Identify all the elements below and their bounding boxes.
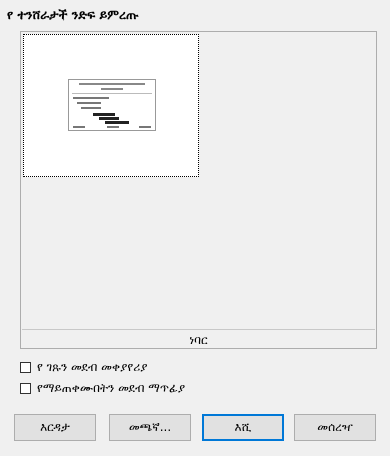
- ok-button[interactable]: እሺ: [202, 414, 284, 441]
- change-background-option[interactable]: የ ገጹን መደብ መቀያየሪያ: [20, 360, 147, 375]
- delete-unused-option[interactable]: የማይጠቀሙበትን መደብ ማጥፊያ: [20, 381, 185, 396]
- dialog-title: የ ተንሸራታች ንድፍ ይምረጡ: [7, 7, 139, 22]
- delete-unused-label: የማይጠቀሙበትን መደብ ማጥፊያ: [37, 381, 186, 395]
- cancel-button[interactable]: መሰረዣ: [294, 414, 376, 441]
- mini-text-line: [73, 97, 109, 99]
- mini-footer-line: [73, 126, 85, 128]
- mini-text-line: [81, 107, 101, 109]
- mini-text-line: [77, 102, 101, 104]
- design-list-panel[interactable]: ነባር: [20, 31, 377, 349]
- mini-footer-line: [139, 126, 151, 128]
- mini-text-block: [105, 121, 129, 124]
- change-background-checkbox[interactable]: [20, 362, 31, 373]
- design-caption: ነባር: [189, 333, 208, 347]
- browse-button[interactable]: መጫኛ...: [109, 414, 191, 441]
- mini-title-bar: [79, 83, 145, 85]
- design-thumbnail-default[interactable]: [23, 34, 199, 177]
- panel-divider: [22, 329, 375, 330]
- mini-divider: [72, 93, 152, 94]
- change-background-label: የ ገጹን መደብ መቀያየሪያ: [37, 360, 148, 374]
- mini-footer-line: [107, 126, 119, 128]
- mini-text-block: [99, 117, 119, 120]
- slide-preview-image: [68, 79, 156, 131]
- help-button[interactable]: እርዳታ: [14, 414, 96, 441]
- mini-subtitle-bar: [101, 88, 123, 90]
- mini-text-block: [93, 113, 115, 116]
- delete-unused-checkbox[interactable]: [20, 383, 31, 394]
